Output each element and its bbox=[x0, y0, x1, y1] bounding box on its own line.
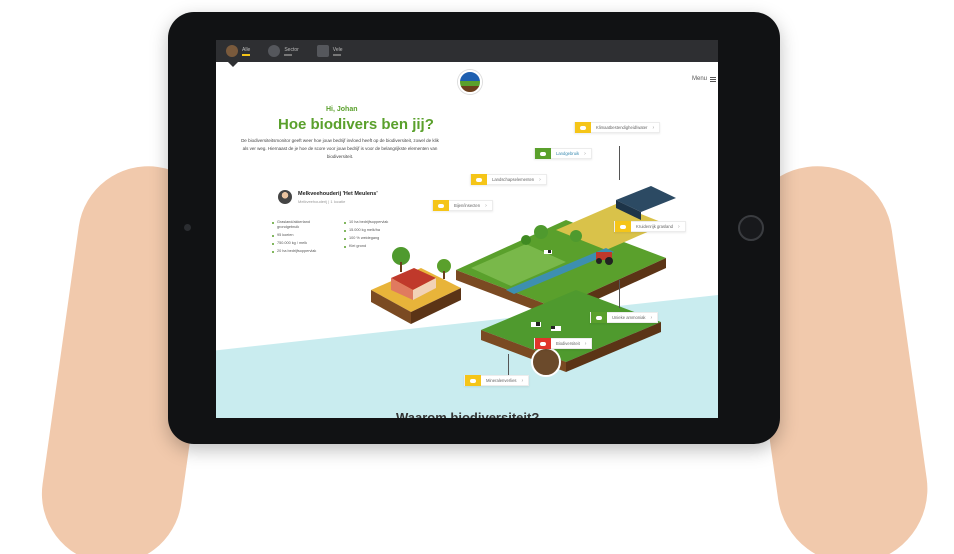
callout-biodiversiteit[interactable]: Biodiversiteit › bbox=[534, 338, 593, 349]
top-navigation-bar: Alle Sector Vele bbox=[216, 40, 718, 62]
photo-stage: Alle Sector Vele Menu Hi, Johan Hoe biod… bbox=[0, 0, 954, 554]
page-title: Hoe biodivers ben jij? bbox=[278, 116, 434, 133]
connector-line bbox=[619, 280, 620, 308]
callout-bijen[interactable]: Bijen/insecten › bbox=[432, 200, 493, 211]
callout-label: Klimaatbestendigheid/water bbox=[596, 125, 648, 130]
menu-button[interactable]: Menu bbox=[692, 76, 716, 82]
callout-label: Unieke ammoniak bbox=[612, 315, 646, 320]
home-button[interactable] bbox=[738, 215, 764, 241]
callout-label: Landschapselementen bbox=[492, 177, 535, 182]
stat-item: 750.000 kg / melk bbox=[272, 241, 332, 246]
camera-dot bbox=[184, 224, 191, 231]
tablet-screen: Alle Sector Vele Menu Hi, Johan Hoe biod… bbox=[216, 40, 718, 418]
chevron-right-icon: › bbox=[650, 314, 653, 321]
callout-label: Kruidenrijk grasland bbox=[636, 224, 674, 229]
chevron-right-icon: › bbox=[584, 340, 587, 347]
section-title: Waarom biodiversiteit? bbox=[396, 410, 540, 418]
greeting: Hi, Johan bbox=[326, 106, 358, 113]
cloud-icon bbox=[591, 312, 607, 323]
stats-list-left: Grasland/akkerland grondgebruik 95 koeie… bbox=[272, 220, 332, 257]
mineral-icon bbox=[465, 375, 481, 386]
monitor-logo[interactable] bbox=[458, 70, 482, 94]
callout-label: Landgebruik bbox=[556, 151, 580, 156]
connector-line bbox=[619, 146, 620, 180]
callout-landgebruik[interactable]: Landgebruik › bbox=[534, 148, 592, 159]
stat-item: 95 koeien bbox=[272, 233, 332, 238]
water-drop-icon bbox=[575, 122, 591, 133]
chevron-right-icon: › bbox=[521, 377, 524, 384]
chevron-right-icon: › bbox=[652, 124, 655, 131]
menu-label: Menu bbox=[691, 76, 707, 82]
farm-icon bbox=[226, 45, 238, 57]
tab-label: Sector bbox=[284, 46, 299, 53]
tab-sector[interactable]: Sector bbox=[268, 45, 299, 57]
active-tab-caret bbox=[228, 62, 238, 67]
chevron-right-icon: › bbox=[584, 150, 586, 157]
callout-kruiden[interactable]: Kruidenrijk grasland › bbox=[614, 221, 686, 232]
farmer-card: Melkveehouderij 'Het Meulens' Melkveehou… bbox=[278, 190, 378, 204]
stat-item: Grasland/akkerland grondgebruik bbox=[272, 220, 332, 230]
callout-label: Bijen/insecten bbox=[454, 203, 481, 208]
callout-label: Biodiversiteit bbox=[556, 341, 580, 346]
leaf-icon bbox=[535, 148, 551, 159]
tab-alle[interactable]: Alle bbox=[226, 45, 250, 57]
tab-label: Vele bbox=[332, 46, 343, 53]
connector-line bbox=[508, 354, 509, 376]
tractor-icon bbox=[316, 45, 329, 57]
flower-icon bbox=[615, 221, 631, 232]
callout-mineralen[interactable]: Mineralenverlies › bbox=[464, 375, 530, 386]
chevron-right-icon: › bbox=[678, 223, 680, 230]
chevron-right-icon: › bbox=[485, 202, 487, 209]
stat-item: 20 ha bedrijfsoppervlak bbox=[272, 249, 332, 254]
hamburger-icon bbox=[710, 76, 716, 82]
barn-island bbox=[371, 247, 461, 324]
bee-icon bbox=[433, 200, 449, 211]
person-icon bbox=[268, 45, 281, 57]
tab-vele[interactable]: Vele bbox=[316, 45, 343, 57]
callout-landschap[interactable]: Landschapselementen › bbox=[470, 174, 547, 185]
avatar bbox=[278, 190, 292, 204]
callout-ammoniak[interactable]: Unieke ammoniak › bbox=[590, 312, 659, 323]
chevron-right-icon: › bbox=[539, 176, 541, 183]
callout-label: Mineralenverlies bbox=[486, 378, 517, 383]
tablet-device: Alle Sector Vele Menu Hi, Johan Hoe biod… bbox=[168, 12, 780, 444]
bug-icon bbox=[535, 338, 551, 349]
callout-klimaat[interactable]: Klimaatbestendigheid/water › bbox=[574, 122, 661, 133]
tab-label: Alle bbox=[242, 46, 251, 53]
tree-icon bbox=[471, 174, 487, 185]
